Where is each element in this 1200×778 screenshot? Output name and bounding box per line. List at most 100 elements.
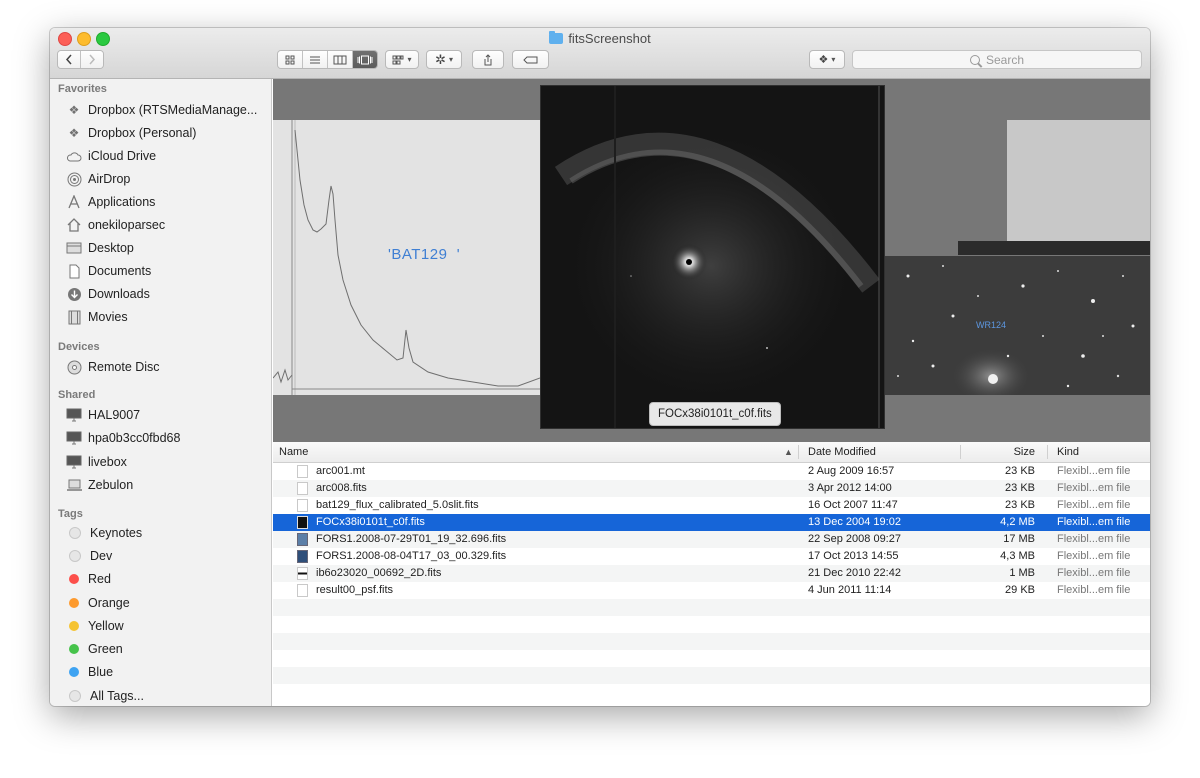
document-icon <box>297 465 308 478</box>
list-item[interactable]: arc001.mt 2 Aug 2009 16:57 23 KB Flexibl… <box>273 463 1150 480</box>
column-header-kind[interactable]: Kind <box>1057 442 1079 462</box>
sidebar-item-label: hpa0b3cc0fbd68 <box>88 431 181 445</box>
back-button[interactable] <box>58 51 81 68</box>
tags-button[interactable] <box>512 50 549 69</box>
sidebar: Favorites ❖ Dropbox (RTSMediaManage... ❖ D… <box>50 79 272 706</box>
fits-thumbnail-icon <box>297 567 308 580</box>
sidebar-item-label: Red <box>88 572 111 586</box>
sidebar-tag-green[interactable]: Green <box>66 639 123 659</box>
tag-color-dot <box>69 621 79 631</box>
sidebar-item-label: Desktop <box>88 241 134 255</box>
list-item[interactable]: ib6o23020_00692_2D.fits 21 Dec 2010 22:4… <box>273 565 1150 582</box>
file-size: 29 KB <box>1005 584 1035 596</box>
file-kind: Flexibl...em file <box>1057 465 1131 477</box>
action-button[interactable]: ✲ ▾ <box>426 50 462 69</box>
sidebar-item-dropbox-personal[interactable]: ❖ Dropbox (Personal) <box>66 123 197 143</box>
sidebar-tag-dev[interactable]: Dev <box>66 546 112 566</box>
list-item[interactable]: arc008.fits 3 Apr 2012 14:00 23 KB Flexi… <box>273 480 1150 497</box>
documents-icon <box>66 263 82 279</box>
sidebar-tag-orange[interactable]: Orange <box>66 593 130 613</box>
document-icon <box>297 482 308 495</box>
empty-row <box>273 599 1150 616</box>
sidebar-item-documents[interactable]: Documents <box>66 261 151 281</box>
devices-heading: Devices <box>58 341 100 353</box>
list-item[interactable]: result00_psf.fits 4 Jun 2011 11:14 29 KB… <box>273 582 1150 599</box>
home-icon <box>66 217 82 233</box>
coverflow-view-icon <box>357 55 373 64</box>
sidebar-item-label: livebox <box>88 455 127 469</box>
column-divider[interactable] <box>1047 445 1048 459</box>
column-header-date[interactable]: Date Modified <box>808 442 876 462</box>
folder-icon <box>549 31 564 44</box>
coverflow-preview[interactable]: 'BAT129 ' WR124 FOCx38i0101t_c0f.fits <box>273 79 1150 442</box>
column-header-size[interactable]: Size <box>973 442 1035 462</box>
list-item[interactable]: bat129_flux_calibrated_5.0slit.fits 16 O… <box>273 497 1150 514</box>
share-button[interactable] <box>472 50 504 69</box>
tag-color-dot <box>69 644 79 654</box>
sidebar-tag-yellow[interactable]: Yellow <box>66 616 124 636</box>
sidebar-all-tags[interactable]: All Tags... <box>66 686 144 706</box>
applications-icon <box>66 194 82 210</box>
icon-view-icon <box>285 55 295 64</box>
file-name: FORS1.2008-08-04T17_03_00.329.fits <box>316 550 507 562</box>
sidebar-item-airdrop[interactable]: AirDrop <box>66 169 130 189</box>
sidebar-tag-blue[interactable]: Blue <box>66 662 113 682</box>
file-size: 17 MB <box>1003 533 1035 545</box>
sidebar-item-downloads[interactable]: Downloads <box>66 284 150 304</box>
sidebar-item-label: Movies <box>88 310 128 324</box>
preview-spectrum-card[interactable]: 'BAT129 ' <box>273 120 540 395</box>
sidebar-item-remote-disc[interactable]: Remote Disc <box>66 357 160 377</box>
sidebar-item-dropbox-rts[interactable]: ❖ Dropbox (RTSMediaManage... <box>66 100 258 120</box>
sidebar-item-movies[interactable]: Movies <box>66 307 128 327</box>
sidebar-item-home[interactable]: onekiloparsec <box>66 215 165 235</box>
sidebar-tag-red[interactable]: Red <box>66 569 111 589</box>
list-header: Name ▲ Date Modified Size Kind <box>273 442 1150 463</box>
file-date: 16 Oct 2007 11:47 <box>808 499 898 511</box>
sidebar-item-zebulon[interactable]: Zebulon <box>66 475 133 495</box>
tag-icon <box>522 56 537 63</box>
list-item[interactable]: FORS1.2008-08-04T17_03_00.329.fits 17 Oc… <box>273 548 1150 565</box>
sidebar-item-livebox[interactable]: livebox <box>66 452 127 472</box>
arrange-button[interactable]: ▾ <box>385 50 419 69</box>
tag-color-dot <box>69 527 81 539</box>
column-header-name[interactable]: Name <box>279 442 308 462</box>
sidebar-item-hal9007[interactable]: HAL9007 <box>66 405 140 425</box>
forward-button[interactable] <box>81 51 103 68</box>
chevron-down-icon: ▾ <box>831 55 836 64</box>
column-divider[interactable] <box>798 445 799 459</box>
tag-color-dot <box>69 574 79 584</box>
file-name: result00_psf.fits <box>316 584 394 596</box>
dropbox-button[interactable]: ❖ ▾ <box>809 50 845 69</box>
sidebar-item-icloud-drive[interactable]: iCloud Drive <box>66 146 156 166</box>
coverflow-view-button[interactable] <box>353 51 377 68</box>
sidebar-tag-keynotes[interactable]: Keynotes <box>66 523 142 543</box>
starfield-image: WR124 <box>883 256 1150 395</box>
fits-thumbnail-icon <box>297 516 308 529</box>
chevron-left-icon <box>65 54 72 65</box>
file-list: Name ▲ Date Modified Size Kind arc001.mt… <box>273 442 1150 706</box>
icon-view-button[interactable] <box>278 51 303 68</box>
list-item-selected[interactable]: FOCx38i0101t_c0f.fits 13 Dec 2004 19:02 … <box>273 514 1150 531</box>
file-size: 4,3 MB <box>1000 550 1035 562</box>
display-icon <box>66 430 82 446</box>
list-view-icon <box>310 56 320 63</box>
sidebar-item-label: iCloud Drive <box>88 149 157 163</box>
list-view-button[interactable] <box>303 51 328 68</box>
preview-main-image[interactable] <box>540 85 885 429</box>
sidebar-item-hpa[interactable]: hpa0b3cc0fbd68 <box>66 428 180 448</box>
preview-starfield-card[interactable]: WR124 <box>883 79 1150 442</box>
file-name: arc008.fits <box>316 482 367 494</box>
sidebar-item-label: All Tags... <box>90 689 144 703</box>
list-item[interactable]: FORS1.2008-07-29T01_19_32.696.fits 22 Se… <box>273 531 1150 548</box>
movies-icon <box>66 309 82 325</box>
chevron-right-icon <box>89 54 96 65</box>
sidebar-item-desktop[interactable]: Desktop <box>66 238 134 258</box>
empty-row <box>273 633 1150 650</box>
search-field[interactable]: Search <box>852 50 1142 69</box>
file-kind: Flexibl...em file <box>1057 550 1131 562</box>
empty-row <box>273 616 1150 633</box>
column-view-button[interactable] <box>328 51 353 68</box>
column-divider[interactable] <box>960 445 961 459</box>
display-icon <box>66 454 82 470</box>
sidebar-item-applications[interactable]: Applications <box>66 192 155 212</box>
